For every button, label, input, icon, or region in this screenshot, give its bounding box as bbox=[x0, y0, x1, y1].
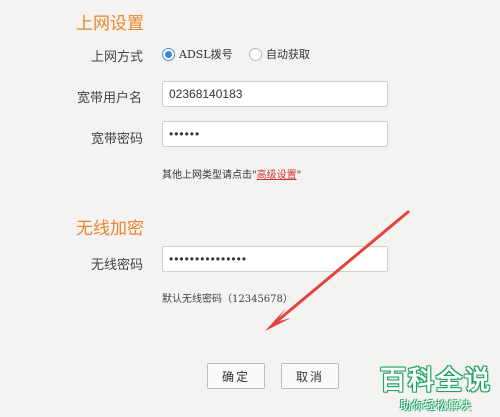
watermark-logo: 百科全说 助你轻松解决 bbox=[380, 360, 492, 413]
watermark-title: 百科全说 bbox=[379, 366, 492, 396]
watermark-subtitle: 助你轻松解决 bbox=[399, 399, 472, 412]
annotation-arrow bbox=[265, 210, 410, 331]
